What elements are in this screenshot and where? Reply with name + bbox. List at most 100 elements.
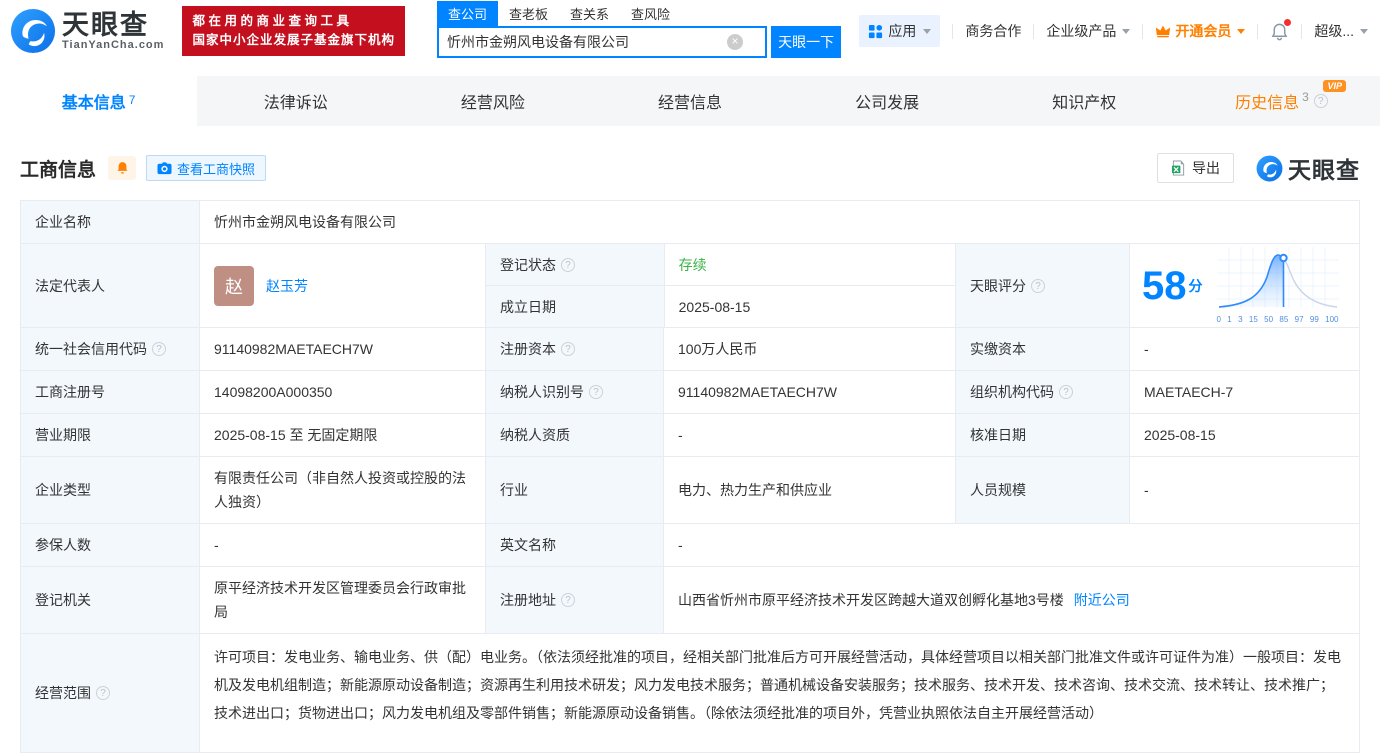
table-row: 工商注册号 14098200A000350 纳税人识别号 ? 91140982M… <box>21 371 1359 414</box>
search-button[interactable]: 天眼一下 <box>771 26 841 58</box>
business-info-table: 企业名称 忻州市金朔风电设备有限公司 法定代表人 赵 赵玉芳 登记状态 ? 存续… <box>20 200 1360 753</box>
reg-number-value: 14098200A000350 <box>199 371 485 413</box>
export-button[interactable]: 导出 <box>1157 153 1234 183</box>
notification-bell[interactable] <box>1270 22 1289 41</box>
tab-basic-info[interactable]: 基本信息 7 <box>0 76 197 126</box>
business-term-value: 2025-08-15 至 无固定期限 <box>199 414 485 456</box>
table-row: 成立日期 2025-08-15 <box>486 286 955 327</box>
help-icon[interactable]: ? <box>1314 94 1328 108</box>
table-row: 参保人数 - 英文名称 - <box>21 524 1359 567</box>
slogan-line2: 国家中小企业发展子基金旗下机构 <box>192 31 395 50</box>
chevron-down-icon <box>1122 29 1130 34</box>
nav-enterprise[interactable]: 企业级产品 <box>1046 21 1130 41</box>
tab-count: 7 <box>129 93 136 107</box>
industry-value: 电力、热力生产和供应业 <box>663 457 955 523</box>
user-menu[interactable]: 超级... <box>1314 21 1368 41</box>
label-text: 统一社会信用代码 <box>35 339 147 359</box>
staff-size-value: - <box>1129 457 1359 523</box>
legal-rep-link[interactable]: 赵玉芳 <box>266 276 308 296</box>
nav-open-member[interactable]: 开通会员 <box>1155 21 1245 41</box>
tab-label: 公司发展 <box>855 89 919 113</box>
field-label: 核准日期 <box>955 414 1129 456</box>
tab-operating-risk[interactable]: 经营风险 <box>394 76 591 126</box>
divider <box>952 24 953 39</box>
top-header: 天眼查 TianYanCha.com 都在用的商业查询工具 国家中小企业发展子基… <box>0 0 1380 62</box>
camera-icon <box>157 161 172 175</box>
score-axis-labels: 01 315 5085 9799 100 <box>1217 315 1339 324</box>
field-label: 组织机构代码 ? <box>955 371 1129 413</box>
watermark-text: 天眼查 <box>1288 151 1360 185</box>
chevron-down-icon <box>923 29 931 34</box>
table-row: 企业名称 忻州市金朔风电设备有限公司 <box>21 201 1359 244</box>
reg-authority-value: 原平经济技术开发区管理委员会行政审批局 <box>199 567 485 633</box>
apps-menu[interactable]: 应用 <box>859 15 940 47</box>
nav-cooperation[interactable]: 商务合作 <box>965 21 1021 41</box>
watermark-logo-icon <box>1256 155 1283 182</box>
chevron-down-icon <box>1237 29 1245 34</box>
establish-date-value: 2025-08-15 <box>664 286 955 327</box>
search-tab-relation[interactable]: 查关系 <box>559 1 620 26</box>
divider <box>1301 24 1302 39</box>
help-icon[interactable]: ? <box>561 593 575 607</box>
clear-search-icon[interactable]: × <box>727 34 743 50</box>
field-label: 天眼评分 ? <box>955 244 1129 327</box>
table-row: 企业类型 有限责任公司（非自然人投资或控股的法人独资） 行业 电力、热力生产和供… <box>21 457 1359 524</box>
help-icon[interactable]: ? <box>152 342 166 356</box>
taxpayer-id-value: 91140982MAETAECH7W <box>663 371 955 413</box>
section-title: 工商信息 <box>20 155 96 182</box>
monitor-bell-button[interactable] <box>108 156 136 180</box>
score-value: 58 <box>1142 266 1187 306</box>
field-label: 工商注册号 <box>21 371 199 413</box>
score-distribution-chart: 01 315 5085 9799 100 <box>1217 247 1339 324</box>
table-row: 统一社会信用代码 ? 91140982MAETAECH7W 注册资本 ? 100… <box>21 328 1359 371</box>
legal-rep-avatar[interactable]: 赵 <box>214 266 254 306</box>
field-label: 企业名称 <box>21 201 199 243</box>
label-text: 天眼评分 <box>970 276 1026 296</box>
search-tab-company[interactable]: 查公司 <box>437 1 498 26</box>
org-code-value: MAETAECH-7 <box>1129 371 1359 413</box>
search-tab-boss[interactable]: 查老板 <box>498 1 559 26</box>
company-type-value: 有限责任公司（非自然人投资或控股的法人独资） <box>199 457 485 523</box>
legal-rep-cell: 赵 赵玉芳 <box>199 244 485 327</box>
help-icon[interactable]: ? <box>561 342 575 356</box>
tab-operating-info[interactable]: 经营信息 <box>591 76 788 126</box>
chevron-down-icon <box>1360 29 1368 34</box>
label-text: 经营范围 <box>35 683 91 703</box>
header-nav: 应用 商务合作 企业级产品 开通会员 超级 <box>859 15 1368 47</box>
business-scope-value: 许可项目：发电业务、输电业务、供（配）电业务。（依法须经批准的项目，经相关部门批… <box>199 634 1359 752</box>
help-icon[interactable]: ? <box>96 686 110 700</box>
tab-company-development[interactable]: 公司发展 <box>789 76 986 126</box>
tab-legal-proceedings[interactable]: 法律诉讼 <box>197 76 394 126</box>
help-icon[interactable]: ? <box>561 258 575 272</box>
tab-history-info[interactable]: VIP 历史信息 3 ? <box>1183 76 1380 126</box>
brand-domain: TianYanCha.com <box>62 39 164 51</box>
notification-dot <box>1284 19 1291 26</box>
tianyan-score-cell[interactable]: 58 分 <box>1129 244 1359 327</box>
help-icon[interactable]: ? <box>1031 279 1045 293</box>
apps-label: 应用 <box>888 21 916 41</box>
score-unit: 分 <box>1189 276 1203 296</box>
tab-label: 经营信息 <box>658 89 722 113</box>
nearby-companies-link[interactable]: 附近公司 <box>1074 590 1130 610</box>
watermark-logo: 天眼查 <box>1256 151 1360 185</box>
tianyancha-logo[interactable]: 天眼查 TianYanCha.com <box>10 8 164 54</box>
table-row: 法定代表人 赵 赵玉芳 登记状态 ? 存续 成立日期 2025-08-15 <box>21 244 1359 328</box>
search-area: 查公司 查老板 查关系 查风险 × 天眼一下 <box>437 4 841 58</box>
reg-status-value: 存续 <box>664 244 955 285</box>
business-snapshot-button[interactable]: 查看工商快照 <box>146 155 266 181</box>
search-tab-risk[interactable]: 查风险 <box>620 1 681 26</box>
field-label: 登记状态 ? <box>486 244 664 285</box>
tab-intellectual-property[interactable]: 知识产权 <box>986 76 1183 126</box>
help-icon[interactable]: ? <box>1059 385 1073 399</box>
insured-count-value: - <box>199 524 485 566</box>
help-icon[interactable]: ? <box>589 385 603 399</box>
field-label: 登记机关 <box>21 567 199 633</box>
field-label: 实缴资本 <box>955 328 1129 370</box>
table-row: 经营范围 ? 许可项目：发电业务、输电业务、供（配）电业务。（依法须经批准的项目… <box>21 634 1359 752</box>
apps-grid-icon <box>868 24 883 39</box>
search-input[interactable] <box>439 34 727 50</box>
search-box: × <box>437 26 767 58</box>
reg-capital-value: 100万人民币 <box>663 328 955 370</box>
field-label: 企业类型 <box>21 457 199 523</box>
field-label: 成立日期 <box>486 286 664 327</box>
